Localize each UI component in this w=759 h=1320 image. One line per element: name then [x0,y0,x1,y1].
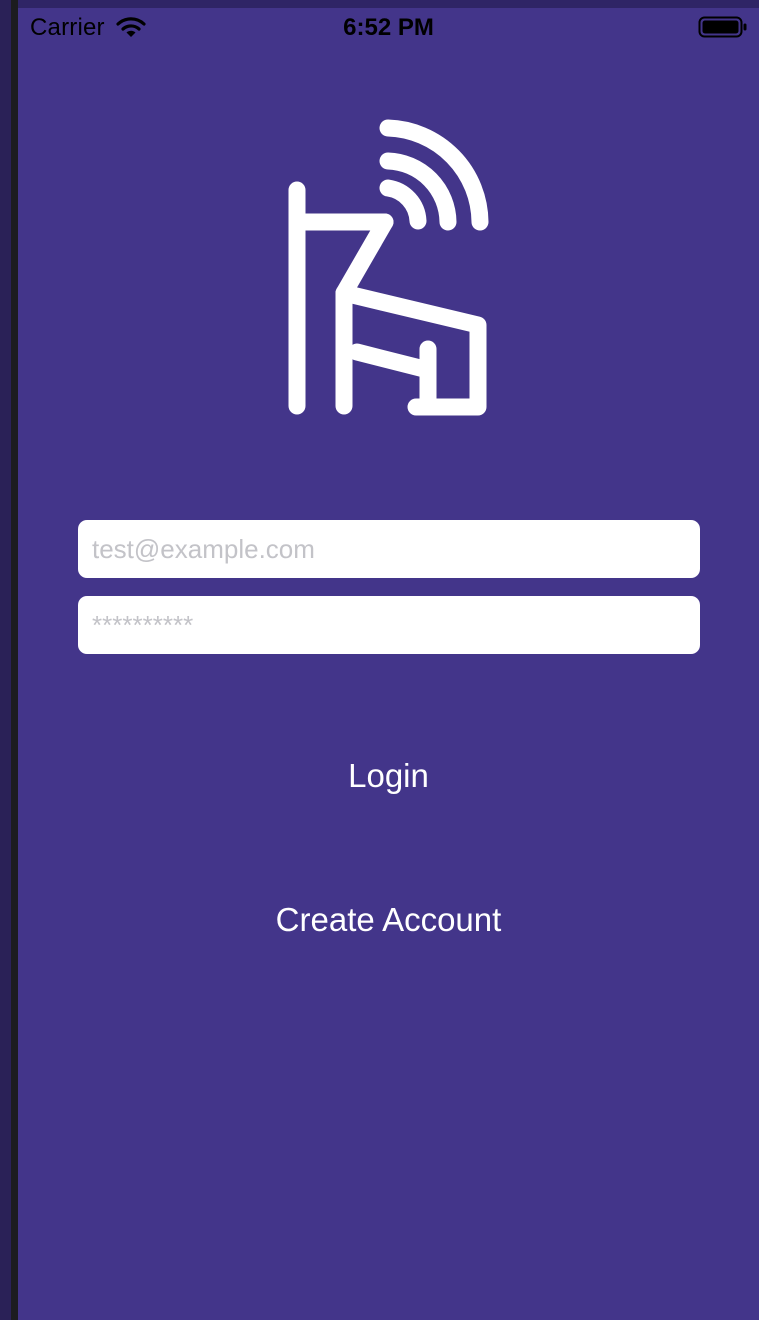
window-left-edge [0,0,18,1320]
login-button[interactable]: Login [18,752,759,800]
email-field[interactable] [78,520,700,578]
top-edge [0,0,759,8]
status-bar: Carrier 6:52 PM [18,8,759,48]
edge-bar [11,0,18,1320]
create-account-button[interactable]: Create Account [18,896,759,944]
password-field[interactable] [78,596,700,654]
login-screen: Carrier 6:52 PM Logi [18,8,759,1320]
app-logo-icon [288,119,489,416]
battery-icon [698,16,747,38]
status-time: 6:52 PM [343,14,434,41]
